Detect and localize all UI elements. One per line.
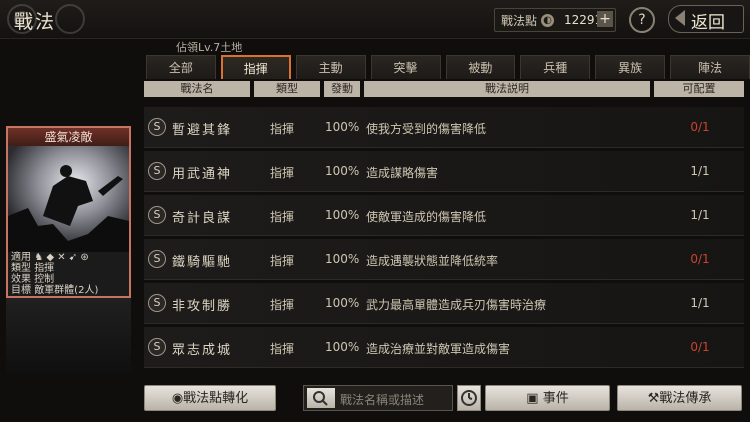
col-config: 可配置	[654, 81, 744, 97]
inherit-button[interactable]: ⚒戰法傳承	[617, 385, 742, 411]
tactic-desc: 使敵軍造成的傷害降低	[366, 210, 487, 224]
tactic-rate: 100%	[325, 164, 360, 178]
back-button[interactable]: 返回	[668, 5, 744, 33]
tactic-name: 非攻制勝	[172, 299, 233, 314]
tab-active[interactable]: 主動	[295, 55, 366, 79]
category-tabs: 全部 指揮 主動 突擊 被動 兵種 異族 陣法	[146, 55, 750, 80]
target-label: 目標	[11, 285, 31, 296]
tactic-desc: 造成遇襲狀態並降低統率	[366, 254, 499, 268]
requirement-subtitle: 佔領Lv.7土地	[176, 41, 243, 54]
history-button[interactable]	[457, 385, 481, 411]
col-trigger: 發動	[324, 81, 360, 97]
grade-badge: S	[148, 294, 166, 312]
tactic-desc: 造成治療並對敵軍造成傷害	[366, 342, 511, 356]
hammer-icon: ⚒	[647, 391, 660, 406]
tactic-name: 暫避其鋒	[172, 123, 233, 138]
event-icon: ▣	[526, 391, 539, 406]
points-label: 戰法點	[501, 13, 538, 28]
effect-value: 控制	[34, 274, 55, 285]
effect-label: 效果	[11, 274, 31, 285]
table-row[interactable]: S 奇計良謀 指揮 100% 使敵軍造成的傷害降低 1/1	[144, 195, 744, 236]
tactic-rate: 100%	[325, 296, 360, 310]
tactic-type: 指揮	[270, 342, 295, 356]
convert-icon: ◉	[171, 391, 184, 406]
tactic-name: 鐵騎驅馳	[172, 255, 233, 270]
col-desc: 戰法説明	[364, 81, 650, 97]
back-arrow-icon	[675, 10, 685, 26]
tactic-type: 指揮	[270, 298, 295, 312]
tactic-config: 0/1	[690, 340, 710, 354]
tab-passive[interactable]: 被動	[445, 55, 516, 79]
tab-foreign[interactable]: 異族	[595, 55, 666, 79]
grade-badge: S	[148, 250, 166, 268]
tactic-rate: 100%	[325, 208, 360, 222]
tab-command[interactable]: 指揮	[220, 55, 291, 79]
type-value: 指揮	[34, 263, 55, 274]
col-type: 類型	[254, 81, 320, 97]
convert-points-button[interactable]: ◉戰法點轉化	[144, 385, 276, 411]
tab-assault[interactable]: 突擊	[370, 55, 441, 79]
tactic-config: 1/1	[690, 164, 710, 178]
tactic-type: 指揮	[270, 166, 295, 180]
tactic-type: 指揮	[270, 210, 295, 224]
search-input[interactable]: 戰法名稱或描述	[340, 391, 424, 408]
tactic-detail-card[interactable]: 盛氣凌敵 適用 ♞ ◆ ✕ ➹ ⊛ 類型 指揮 效果 控制 目標 敵軍群體(2人…	[6, 126, 131, 298]
col-name: 戰法名	[144, 81, 250, 97]
grade-badge: S	[148, 338, 166, 356]
tactic-type: 指揮	[270, 254, 295, 268]
tactic-rate: 100%	[325, 252, 360, 266]
tactic-points-display: 戰法點 ◐ 12291 +	[494, 8, 616, 32]
top-bar: 戰法 戰法點 ◐ 12291 + ? 返回	[0, 0, 750, 39]
grade-badge: S	[148, 118, 166, 136]
tactic-rate: 100%	[325, 120, 360, 134]
grade-badge: S	[148, 162, 166, 180]
card-title: 盛氣凌敵	[8, 128, 129, 146]
tactic-type: 指揮	[270, 122, 295, 136]
tactic-rate: 100%	[325, 340, 360, 354]
card-info: 適用 ♞ ◆ ✕ ➹ ⊛ 類型 指揮 效果 控制 目標 敵軍群體(2人)	[8, 252, 129, 296]
table-header: 戰法名 類型 發動 戰法説明 可配置	[144, 81, 744, 97]
event-label: 事件	[542, 391, 569, 406]
background-silhouette	[6, 298, 131, 374]
tactic-name: 眾志成城	[172, 343, 233, 358]
help-button[interactable]: ?	[629, 7, 655, 33]
battle-art-image	[8, 146, 129, 252]
target-value: 敵軍群體(2人)	[34, 285, 99, 296]
tactic-desc: 造成謀略傷害	[366, 166, 439, 180]
tactic-config: 0/1	[690, 252, 710, 266]
tactic-desc: 武力最高單體造成兵刃傷害時治療	[366, 298, 547, 312]
apply-label: 適用	[11, 252, 31, 263]
tactic-desc: 使我方受到的傷害降低	[366, 122, 487, 136]
inherit-label: 戰法傳承	[659, 391, 712, 406]
page-title: 戰法	[14, 11, 57, 33]
table-row[interactable]: S 用武通神 指揮 100% 造成謀略傷害 1/1	[144, 151, 744, 192]
table-row[interactable]: S 鐵騎驅馳 指揮 100% 造成遇襲狀態並降低統率 0/1	[144, 239, 744, 280]
search-box[interactable]: 戰法名稱或描述	[303, 385, 453, 411]
table-row[interactable]: S 暫避其鋒 指揮 100% 使我方受到的傷害降低 0/1	[144, 107, 744, 148]
convert-label: 戰法點轉化	[183, 391, 249, 406]
table-row[interactable]: S 眾志成城 指揮 100% 造成治療並對敵軍造成傷害 0/1	[144, 327, 744, 368]
tab-troop[interactable]: 兵種	[520, 55, 591, 79]
tab-all[interactable]: 全部	[146, 55, 216, 79]
add-points-button[interactable]: +	[597, 11, 613, 27]
back-label: 返回	[691, 13, 725, 33]
troop-icons: ♞ ◆ ✕ ➹ ⊛	[34, 252, 89, 263]
clock-icon	[461, 390, 477, 406]
grade-badge: S	[148, 206, 166, 224]
tactic-name: 用武通神	[172, 167, 233, 182]
tactic-config: 0/1	[690, 120, 710, 134]
tactic-config: 1/1	[690, 296, 710, 310]
tactic-name: 奇計良謀	[172, 211, 233, 226]
search-icon[interactable]	[307, 388, 335, 408]
event-button[interactable]: ▣ 事件	[485, 385, 610, 411]
type-label: 類型	[11, 263, 31, 274]
table-row[interactable]: S 非攻制勝 指揮 100% 武力最高單體造成兵刃傷害時治療 1/1	[144, 283, 744, 324]
tab-formation[interactable]: 陣法	[670, 55, 750, 79]
tactic-config: 1/1	[690, 208, 710, 222]
points-coin-icon: ◐	[541, 13, 555, 27]
